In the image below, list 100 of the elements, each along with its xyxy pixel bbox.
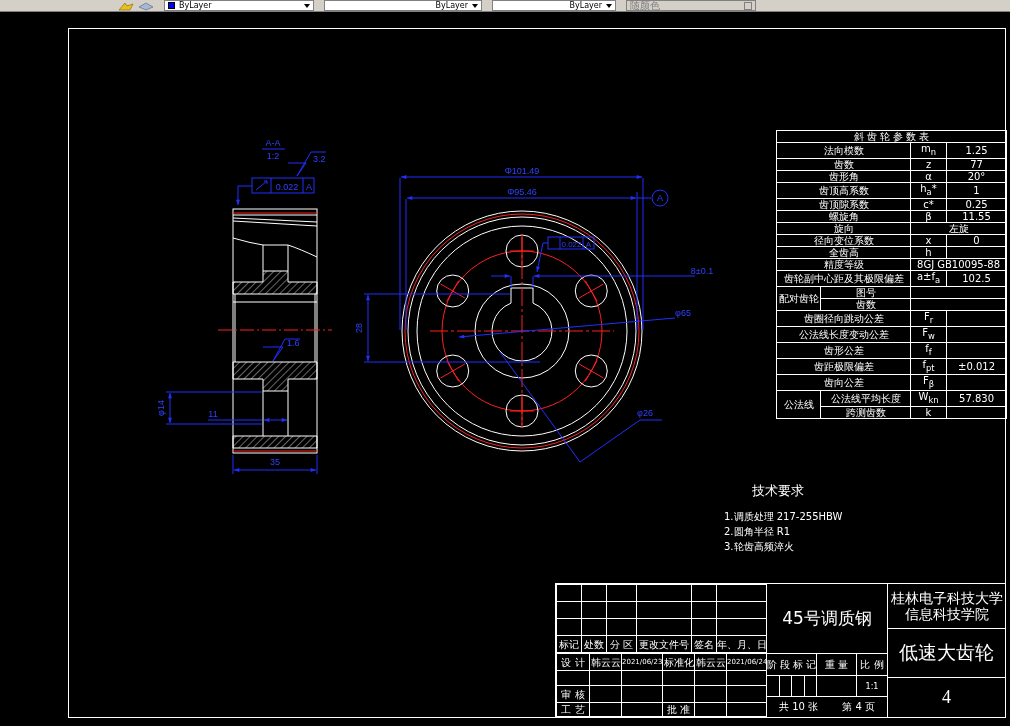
section-title: A-A (265, 138, 281, 148)
roughness-value: 3.2 (313, 154, 326, 164)
dimension-text: 28 (354, 323, 364, 333)
table-cell: 重 量 (817, 654, 857, 675)
parameter-symbol: F$_{w}$ (910, 326, 947, 343)
requirement-text: 2.圆角半径 R1 (724, 526, 792, 538)
geometric-tolerance-frame (536, 236, 595, 273)
parameter-symbol: W$_{kn}$ (910, 390, 947, 407)
table-cell-text: 比 例 (859, 657, 885, 672)
parameter-label: 齿数 (776, 158, 911, 171)
parameter-label: 径向变位系数 (776, 234, 911, 247)
parameter-symbol: β (910, 210, 947, 223)
header-label: 分 区 (606, 635, 637, 653)
requirement-text: 3.轮齿高频淬火 (724, 541, 795, 553)
parameter-symbol: z (910, 158, 947, 171)
parameter-value: 77 (946, 158, 1007, 171)
header-label: 标记 (556, 635, 582, 653)
color-swatch-icon (168, 2, 175, 9)
tolerance-value: 0.022 (275, 182, 299, 192)
table-cell: 工 艺 (556, 702, 590, 717)
parameter-value: ±0.012 (946, 358, 1007, 375)
parameter-symbol: x (910, 234, 947, 247)
parameter-value: 8GJ GB10095-88 (910, 258, 1007, 271)
roughness-symbol-icon (262, 338, 301, 362)
parameter-symbol: k (910, 406, 947, 419)
parameter-label: 齿顶高系数 (776, 182, 911, 199)
parameter-group-label: 配对齿轮 (776, 286, 821, 311)
requirement-text: 1.调质处理 217-255HBW (724, 511, 843, 523)
caret-icon (304, 3, 310, 8)
header-label: 处数 (581, 635, 607, 653)
layer-icon[interactable] (118, 0, 134, 11)
parameter-label: 精度等级 (776, 258, 911, 271)
dimension-text: 11 (208, 409, 218, 419)
parameter-label: 公法线平均长度 (820, 390, 911, 407)
part-name: 低速大齿轮 (888, 629, 1005, 678)
parameter-label: 齿形公差 (776, 342, 911, 359)
drawing-number: 4 (941, 686, 952, 709)
school-name: 桂林电子科技大学 (890, 590, 1003, 606)
roughness-symbol-icon (287, 151, 327, 177)
parameter-value: 0 (946, 234, 1007, 247)
parameter-symbol: h (910, 246, 947, 259)
requirements-title: 技术要求 (752, 482, 805, 500)
parameter-label: 齿轮副中心距及其极限偏差 (776, 270, 911, 287)
parameter-group-label: 公法线 (776, 390, 821, 419)
table-cell: 批 准 (662, 702, 695, 717)
header-label: 更改文件号 (636, 635, 692, 653)
parameter-label: 齿圈径向跳动公差 (776, 310, 911, 327)
parameter-value: 0.25 (946, 198, 1007, 211)
property-dropdown[interactable]: ByLayer (324, 0, 482, 11)
parameter-label: 图号 (820, 286, 911, 299)
parameter-value: 1.25 (946, 142, 1007, 159)
parameter-symbol: F$_{β}$ (910, 374, 947, 391)
section-scale: 1:2 (266, 151, 280, 161)
parameter-symbol: c* (910, 198, 947, 211)
datum-letter: A (306, 182, 312, 192)
parameter-label: 齿形角 (776, 170, 911, 183)
parameter-value: 1 (946, 182, 1007, 199)
dimension-text: 35 (270, 457, 280, 467)
dimension-text: φ65 (675, 308, 691, 318)
title-underline (261, 148, 286, 150)
parameter-label: 齿距极限偏差 (776, 358, 911, 375)
parameter-symbol: F$_{r}$ (910, 310, 947, 327)
dimension-text: 8±0.1 (690, 266, 714, 276)
layers-icon[interactable] (138, 0, 154, 11)
header-label: 签名 (691, 635, 717, 653)
tolerance-value: 0.022 (561, 239, 582, 249)
table-cell: 审 核 (556, 685, 590, 703)
parameter-label: 旋向 (776, 222, 911, 235)
table-cell: 韩云云 (694, 653, 727, 671)
dimension-text: φ14 (156, 400, 166, 416)
parameter-symbol: f$_{f}$ (910, 342, 947, 359)
parameter-label: 跨测齿数 (820, 406, 911, 419)
caret-icon (606, 3, 612, 8)
parameter-value: 102.5 (946, 270, 1007, 287)
parameter-label: 齿顶隙系数 (776, 198, 911, 211)
table-cell: 韩云云 (589, 653, 622, 671)
table-cell: 阶 段 标 记 (767, 654, 817, 675)
parameter-label: 齿数 (820, 298, 911, 311)
parameter-label: 法向模数 (776, 142, 911, 159)
parameter-value: 左旋 (910, 222, 1007, 235)
property-dropdown[interactable]: ByLayer (164, 0, 314, 11)
roughness-value: 1.6 (287, 338, 300, 348)
parameter-value: 57.830 (946, 390, 1007, 407)
table-cell: 标准化 (662, 653, 695, 671)
table-title: 斜 齿 轮 参 数 表 (776, 130, 1007, 143)
dimension-text: φ26 (637, 408, 653, 418)
parameter-value: 20° (946, 170, 1007, 183)
table-cell: 设 计 (556, 653, 590, 671)
datum-letter: A (585, 239, 592, 249)
parameter-symbol: h$_{a}$* (910, 182, 947, 199)
parameter-value: 11.55 (946, 210, 1007, 223)
caret-icon (472, 3, 478, 8)
parameter-label: 齿向公差 (776, 374, 911, 391)
property-dropdown[interactable]: ByLayer (492, 0, 616, 11)
sheet-total: 共 10 张 (779, 700, 819, 714)
parameter-label: 公法线长度变动公差 (776, 326, 911, 343)
sheet-number: 第 4 页 (842, 700, 875, 714)
parameter-symbol: α (910, 170, 947, 183)
material-text: 45号调质钢 (767, 584, 887, 654)
parameter-symbol: f$_{pt}$ (910, 358, 947, 375)
